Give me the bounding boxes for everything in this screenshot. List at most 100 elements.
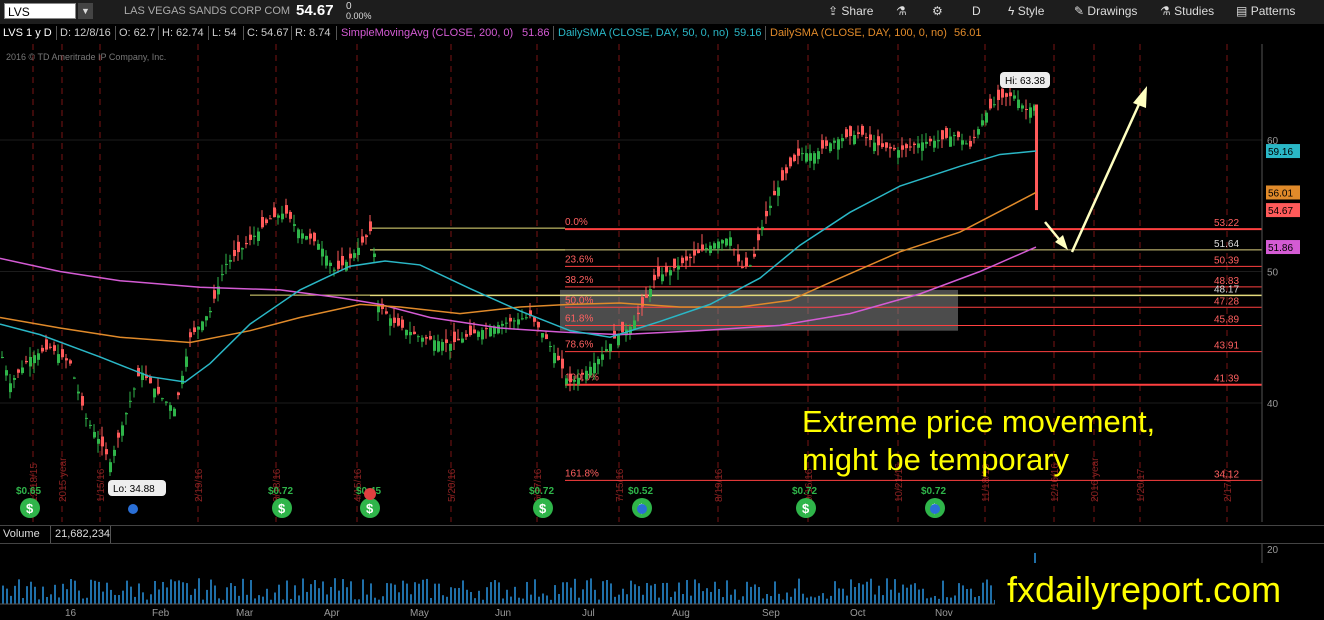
candle-body [309, 233, 312, 239]
volume-bar [462, 580, 464, 604]
candle-body [693, 250, 696, 256]
flask-icon[interactable]: ⚗ [896, 4, 907, 18]
volume-bar [82, 598, 84, 604]
candle-body [705, 248, 708, 250]
lo-callout-label: Lo: 34.88 [113, 484, 155, 495]
candle-body [649, 289, 652, 297]
volume-bar [158, 589, 160, 604]
candle-body [365, 235, 368, 238]
volume-bar [718, 588, 720, 604]
candle-body [169, 405, 172, 411]
candle-body [549, 346, 552, 348]
candle-body [281, 213, 284, 220]
candle-body [73, 377, 76, 379]
pencil-icon: ✎ [1074, 4, 1085, 18]
candle-body [565, 378, 568, 385]
candle-body [517, 319, 520, 325]
period-button[interactable]: D [972, 4, 981, 18]
volume-bar [914, 583, 916, 604]
price-marker-label: 59.16 [1268, 147, 1293, 158]
candle-body [17, 369, 20, 373]
studies-button[interactable]: ⚗ Studies [1160, 4, 1214, 18]
candle-body [621, 321, 624, 333]
volume-bar [694, 579, 696, 604]
volume-bar [830, 595, 832, 604]
patterns-button[interactable]: ▤ Patterns [1236, 4, 1295, 18]
volume-bar [146, 599, 148, 604]
candle-body [61, 349, 64, 358]
volume-bar [498, 582, 500, 604]
candle-body [341, 255, 344, 266]
dividend-label: $0.72 [268, 486, 293, 497]
candle-body [865, 137, 868, 139]
candle-body [93, 431, 96, 438]
volume-bar [58, 597, 60, 604]
candle-body [209, 310, 212, 313]
candle-body [481, 330, 484, 340]
price-change-pct: 0.00% [346, 11, 372, 21]
candle-body [1, 356, 4, 358]
volume-bar [722, 597, 724, 604]
candle-body [305, 235, 308, 240]
price-tick-label: 40 [1267, 399, 1279, 410]
candle-body [389, 318, 392, 326]
volume-bar [798, 578, 800, 604]
candle-body [917, 143, 920, 148]
time-tick-label: Jun [495, 608, 511, 619]
candle-body [57, 354, 60, 363]
volume-bar [850, 579, 852, 604]
candle-body [385, 311, 388, 314]
fib-pct-label: 61.8% [565, 314, 593, 325]
candle-body [609, 343, 612, 352]
volume-bar [226, 587, 228, 604]
earnings-icon [128, 504, 138, 514]
drawings-label: Drawings [1087, 4, 1138, 18]
candle-body [997, 89, 1000, 101]
symbol-input[interactable]: LVS [4, 3, 76, 19]
volume-bar [186, 583, 188, 604]
candle-body [249, 234, 252, 240]
candle-body [881, 143, 884, 147]
fib-price-label: 47.28 [1214, 296, 1239, 307]
candle-body [949, 136, 952, 147]
volume-bar [358, 599, 360, 604]
candle-body [561, 358, 564, 369]
candle-body [937, 140, 940, 142]
chevron-down-icon[interactable]: ▼ [78, 3, 93, 19]
candle-body [117, 432, 120, 438]
candle-body [861, 125, 864, 135]
volume-bar [402, 580, 404, 604]
candle-body [245, 242, 248, 245]
candle-body [197, 326, 200, 330]
volume-bar [322, 581, 324, 604]
volume-bar [558, 593, 560, 604]
candle-body [461, 338, 464, 343]
candle-body [369, 221, 372, 232]
candle-body [241, 248, 244, 250]
candle-body [809, 153, 812, 161]
candle-body [257, 231, 260, 241]
volume-bar [238, 595, 240, 604]
candle-body [153, 388, 156, 398]
drawings-button[interactable]: ✎ Drawings [1074, 4, 1137, 18]
candle-body [717, 241, 720, 249]
price-marker-label: 51.86 [1268, 243, 1293, 254]
gear-icon[interactable]: ⚙ [932, 4, 943, 18]
fib-pct-label: 0.0% [565, 217, 588, 228]
candle-body [193, 327, 196, 332]
share-button[interactable]: ⇪ Share [828, 4, 873, 18]
candle-body [269, 218, 272, 220]
style-button[interactable]: ϟ Style [1008, 4, 1044, 18]
volume-bar [626, 594, 628, 604]
candle-body [41, 347, 44, 352]
volume-bar [382, 596, 384, 604]
volume-bar [642, 594, 644, 604]
candle-body [757, 234, 760, 241]
candle-body [125, 413, 128, 415]
candle-body [685, 256, 688, 261]
volume-bar [334, 578, 336, 604]
volume-bar [78, 590, 80, 604]
candle-body [825, 140, 828, 146]
candle-body [645, 294, 648, 298]
candle-body [205, 316, 208, 321]
